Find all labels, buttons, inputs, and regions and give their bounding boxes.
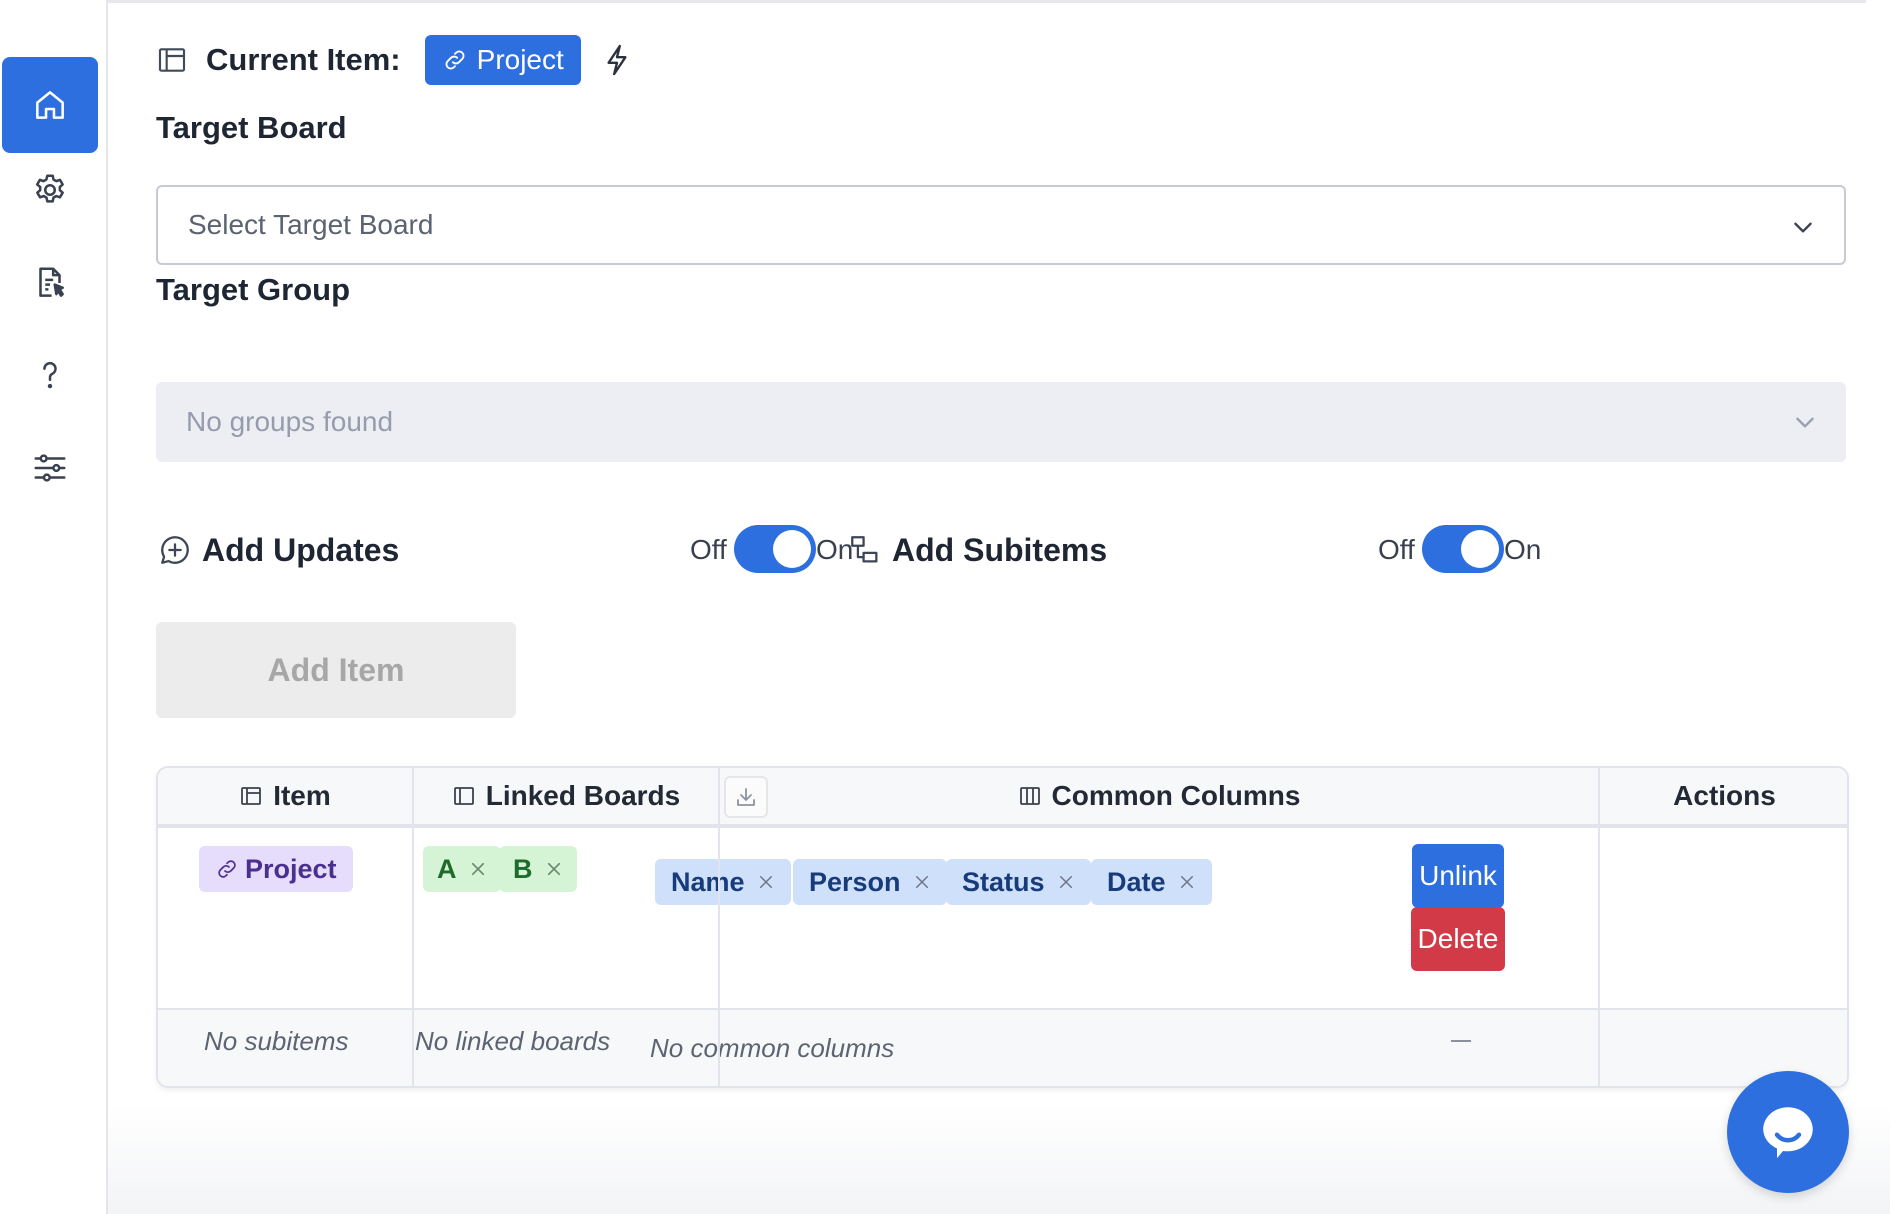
header-linked-boards: Linked Boards xyxy=(414,768,718,824)
sidebar-item-home[interactable] xyxy=(2,57,98,153)
chat-launcher-button[interactable] xyxy=(1727,1071,1849,1193)
bottom-fade xyxy=(108,1104,1890,1214)
add-item-button[interactable]: Add Item xyxy=(156,622,516,718)
common-column-tag[interactable]: Date xyxy=(1091,859,1212,905)
column-divider xyxy=(718,768,720,1086)
document-cursor-icon xyxy=(39,267,64,297)
target-group-select[interactable]: No groups found xyxy=(156,382,1846,462)
header-item-label: Item xyxy=(273,780,331,811)
common-column-tag[interactable]: Person xyxy=(793,859,947,905)
close-icon[interactable] xyxy=(913,873,931,891)
current-item-label: Current Item: xyxy=(206,42,401,77)
close-icon[interactable] xyxy=(469,860,487,878)
current-item-pill-text: Project xyxy=(476,44,564,75)
linked-board-tag-label: A xyxy=(437,853,457,884)
header-common-columns-label: Common Columns xyxy=(1051,780,1301,811)
item-tag-label: Project xyxy=(245,853,337,884)
sidebar-item-documents[interactable] xyxy=(2,235,98,331)
common-column-tag-label: Person xyxy=(809,866,901,897)
chevron-down-icon xyxy=(1794,222,1812,233)
columns-icon xyxy=(1019,787,1040,805)
target-group-placeholder: No groups found xyxy=(186,406,394,437)
add-subitems-off-label: Off xyxy=(1378,534,1415,565)
target-board-label: Target Board xyxy=(156,110,347,145)
add-subitems-title: Add Subitems xyxy=(892,531,1108,568)
no-subitems-text: No subitems xyxy=(204,1026,349,1056)
add-updates-title: Add Updates xyxy=(202,531,400,568)
toggle-knob xyxy=(773,530,811,568)
target-board-select[interactable]: Select Target Board xyxy=(156,185,1846,265)
item-layout-icon xyxy=(241,787,262,805)
add-updates-row: Add Updates Off On xyxy=(158,522,853,578)
chat-bubble-icon xyxy=(1763,1107,1813,1159)
bolt-icon[interactable] xyxy=(603,43,631,77)
target-board-placeholder: Select Target Board xyxy=(188,209,434,240)
add-subitems-on-label: On xyxy=(1504,534,1542,565)
header-actions: Actions xyxy=(1600,768,1847,824)
linked-board-tag-label: B xyxy=(513,853,533,884)
link-icon xyxy=(445,50,465,70)
header-actions-label: Actions xyxy=(1673,780,1776,811)
add-updates-toggle[interactable] xyxy=(734,525,816,573)
add-updates-off-label: Off xyxy=(690,534,727,565)
subitems-icon xyxy=(851,536,878,563)
current-item-row: Current Item: Project xyxy=(156,34,631,86)
question-icon xyxy=(43,361,57,389)
empty-actions-dash xyxy=(1451,1040,1471,1042)
common-column-tag-label: Name xyxy=(671,866,745,897)
no-linked-boards-text: No linked boards xyxy=(415,1026,611,1056)
close-icon[interactable] xyxy=(1178,873,1196,891)
header-common-columns: Common Columns xyxy=(720,768,1598,824)
main-panel: Current Item: Project Target Board Selec… xyxy=(108,0,1890,1214)
close-icon[interactable] xyxy=(1057,873,1075,891)
delete-button[interactable]: Delete xyxy=(1411,907,1505,971)
column-divider xyxy=(1598,768,1600,1086)
sidebar-item-preferences[interactable] xyxy=(2,420,98,516)
home-icon xyxy=(36,91,64,119)
chevron-down-icon xyxy=(1796,417,1814,428)
comment-plus-icon xyxy=(161,536,189,564)
board-icon xyxy=(453,787,474,805)
link-icon xyxy=(218,860,236,878)
current-item-pill[interactable]: Project xyxy=(424,35,581,85)
sidebar-item-help[interactable] xyxy=(2,327,98,423)
links-table: Item Linked Boards Common Columns Action… xyxy=(156,766,1849,1088)
sidebar xyxy=(0,0,108,1214)
sliders-icon xyxy=(34,454,66,482)
item-layout-icon xyxy=(158,48,186,72)
add-subitems-toggle[interactable] xyxy=(1422,525,1504,573)
no-common-columns-text: No common columns xyxy=(650,1033,895,1063)
close-icon[interactable] xyxy=(545,860,563,878)
gear-icon xyxy=(35,174,64,203)
linked-board-tag[interactable]: B xyxy=(499,846,577,892)
item-tag[interactable]: Project xyxy=(199,846,353,892)
header-item: Item xyxy=(158,768,412,824)
common-column-tag[interactable]: Name xyxy=(655,859,791,905)
close-icon[interactable] xyxy=(757,873,775,891)
toggle-knob xyxy=(1461,530,1499,568)
column-divider xyxy=(412,768,414,1086)
common-column-tag-label: Status xyxy=(962,866,1045,897)
sidebar-item-settings[interactable] xyxy=(2,142,98,238)
header-linked-boards-label: Linked Boards xyxy=(485,780,681,811)
common-column-tag-label: Date xyxy=(1107,866,1166,897)
add-subitems-row: Add Subitems Off On xyxy=(848,522,1848,578)
target-group-label: Target Group xyxy=(156,272,351,307)
common-column-tag[interactable]: Status xyxy=(946,859,1091,905)
linked-board-tag[interactable]: A xyxy=(423,846,501,892)
unlink-button[interactable]: Unlink xyxy=(1412,844,1504,908)
